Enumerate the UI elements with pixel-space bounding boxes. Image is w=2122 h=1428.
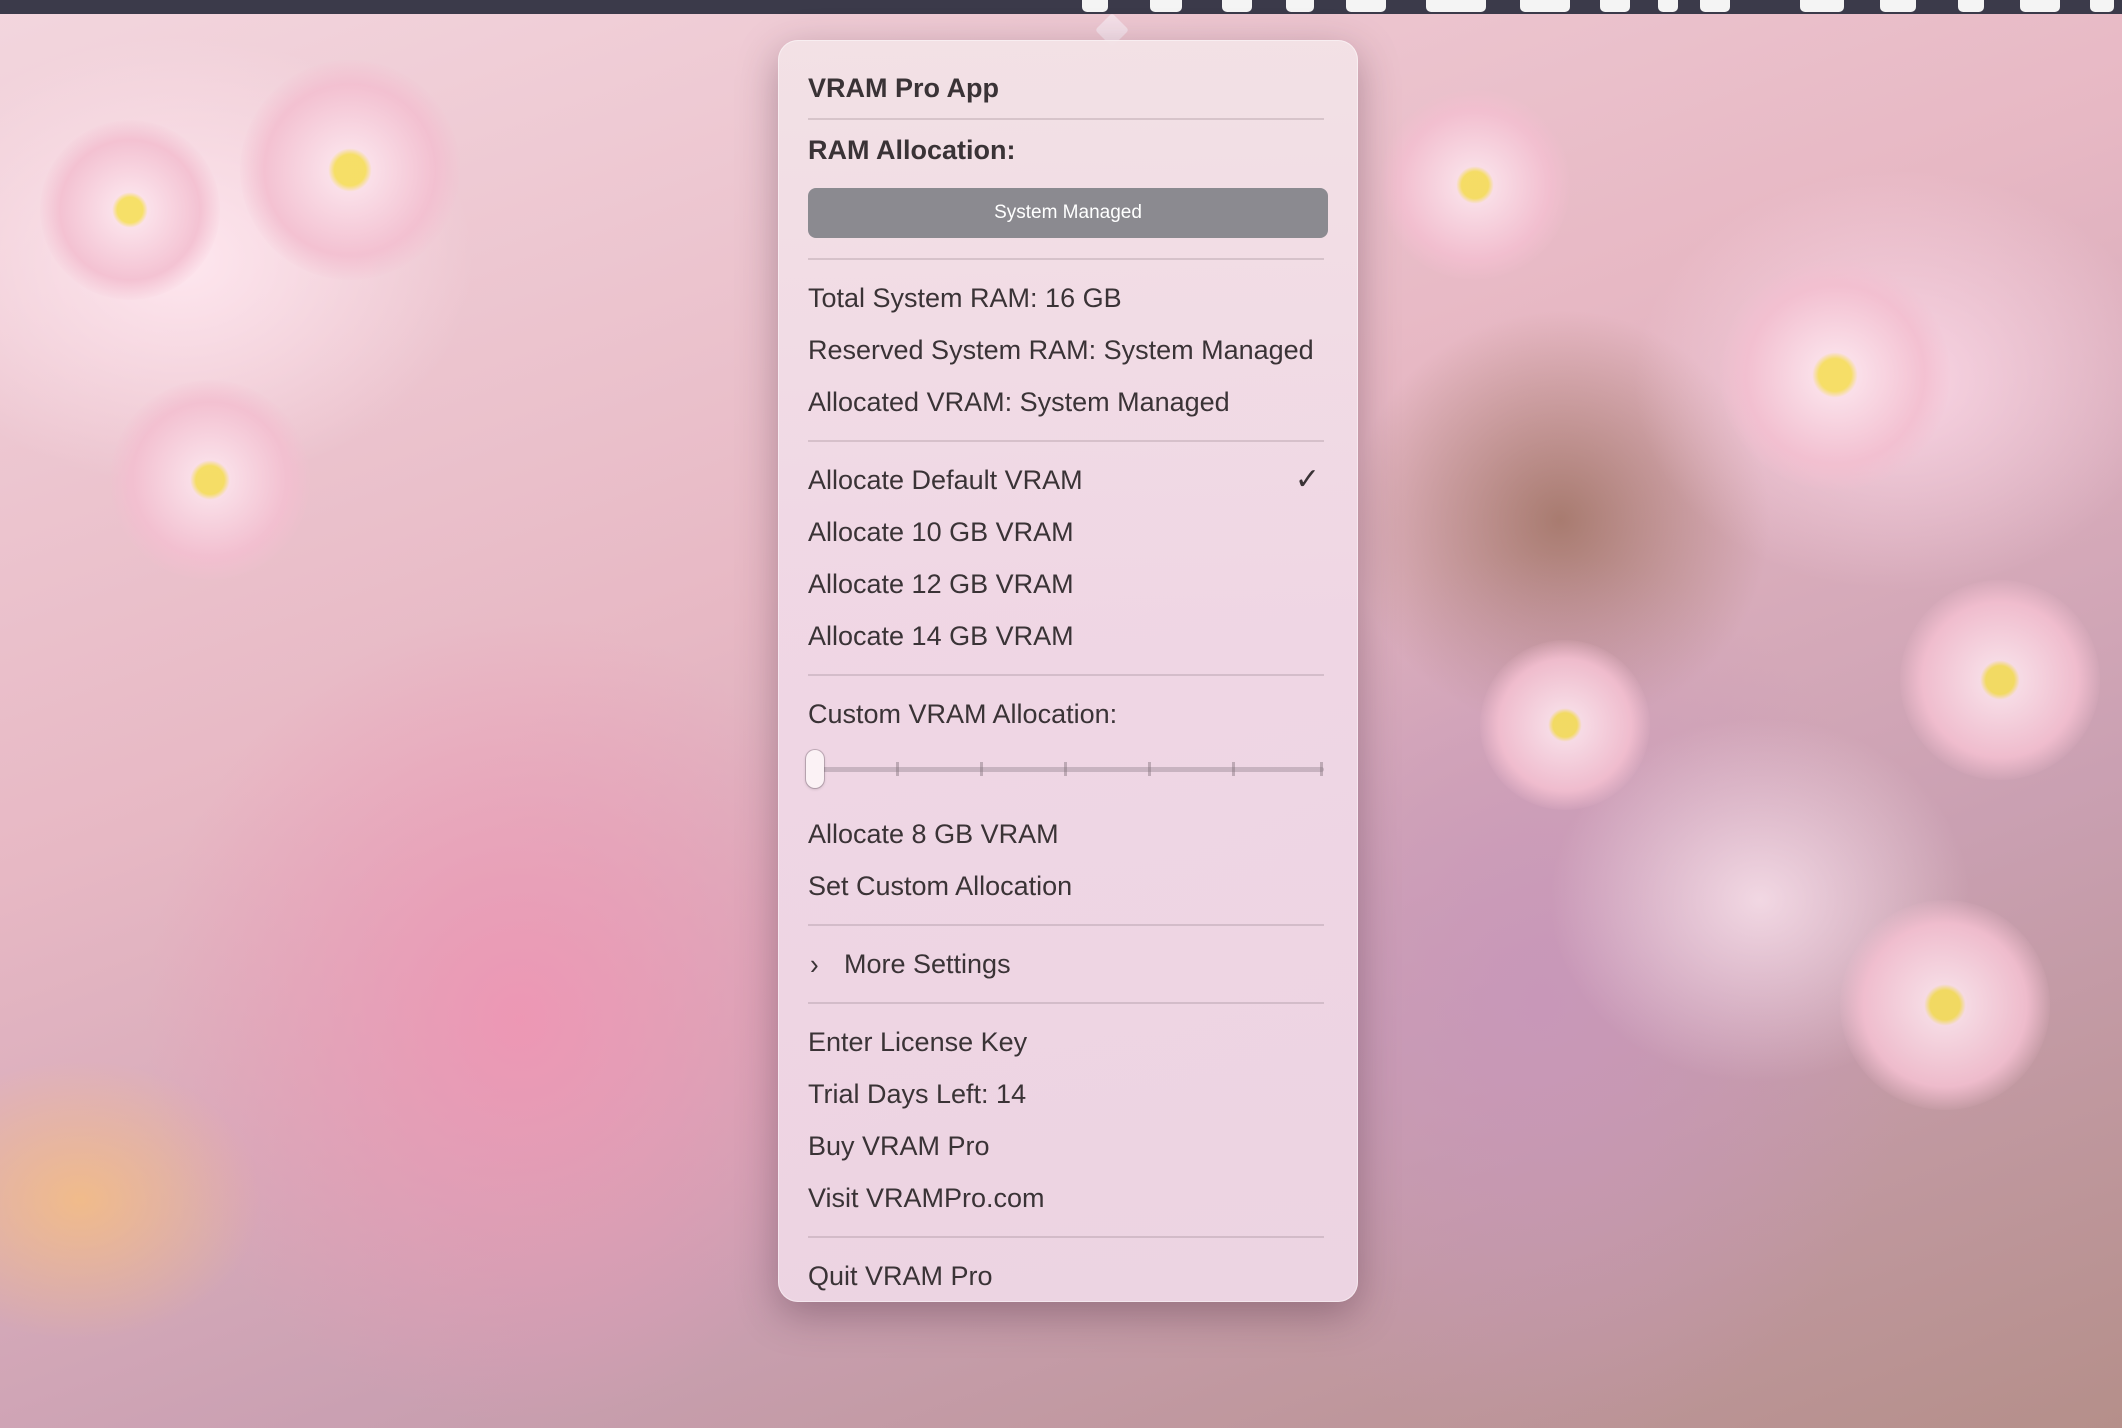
- slider-tick: [1064, 762, 1067, 776]
- menubar-status-icon[interactable]: [1150, 0, 1182, 12]
- menubar-status-icon[interactable]: [1286, 0, 1314, 12]
- menu-separator: [808, 118, 1324, 120]
- menu-item-visit-website[interactable]: Visit VRAMPro.com: [808, 1172, 1328, 1224]
- ram-allocation-heading: RAM Allocation:: [808, 135, 1016, 165]
- menubar-status-icon[interactable]: [1800, 0, 1844, 12]
- menu-item-label: Allocate 14 GB VRAM: [808, 621, 1074, 651]
- slider-tick: [980, 762, 983, 776]
- menu-item-quit-vram-pro[interactable]: Quit VRAM Pro: [808, 1250, 1328, 1302]
- menu-item-allocate-12gb-vram[interactable]: Allocate 12 GB VRAM: [808, 558, 1328, 610]
- menu-item-more-settings[interactable]: › More Settings: [808, 938, 1328, 990]
- menu-item-label: Allocate 10 GB VRAM: [808, 517, 1074, 547]
- menubar-status-icon[interactable]: [1880, 0, 1916, 12]
- system-managed-button[interactable]: System Managed: [808, 188, 1328, 238]
- menu-separator: [808, 440, 1324, 442]
- total-system-ram-info: Total System RAM: 16 GB: [808, 283, 1122, 313]
- slider-knob[interactable]: [806, 750, 824, 788]
- menubar-status-icon[interactable]: [1600, 0, 1630, 12]
- menubar-status-icon[interactable]: [2090, 0, 2114, 12]
- wallpaper-blossom: [1720, 260, 1950, 490]
- chevron-right-icon: ›: [810, 947, 819, 981]
- menu-separator: [808, 1236, 1324, 1238]
- menu-item-set-custom-allocation[interactable]: Set Custom Allocation: [808, 860, 1328, 912]
- desktop-wallpaper: VRAM Pro App RAM Allocation: System Mana…: [0, 0, 2122, 1428]
- menubar-status-icon[interactable]: [1958, 0, 1984, 12]
- menu-title: VRAM Pro App: [808, 73, 999, 103]
- menubar-status-icon[interactable]: [1658, 0, 1678, 12]
- menu-item-buy-vram-pro[interactable]: Buy VRAM Pro: [808, 1120, 1328, 1172]
- reserved-system-ram-info: Reserved System RAM: System Managed: [808, 335, 1314, 365]
- menu-item-label: Allocate 12 GB VRAM: [808, 569, 1074, 599]
- menubar-status-icon[interactable]: [1082, 0, 1108, 12]
- menu-item-allocate-8gb-vram[interactable]: Allocate 8 GB VRAM: [808, 808, 1328, 860]
- menu-item-allocate-10gb-vram[interactable]: Allocate 10 GB VRAM: [808, 506, 1328, 558]
- custom-vram-slider[interactable]: [806, 740, 1328, 798]
- menubar-status-icon[interactable]: [1346, 0, 1386, 12]
- menu-item-allocate-default-vram[interactable]: Allocate Default VRAM ✓: [808, 454, 1328, 506]
- wallpaper-blossom: [1900, 580, 2100, 780]
- menubar-status-icon[interactable]: [1520, 0, 1570, 12]
- allocated-vram-info: Allocated VRAM: System Managed: [808, 387, 1230, 417]
- menu-item-enter-license-key[interactable]: Enter License Key: [808, 1016, 1328, 1068]
- menu-separator: [808, 258, 1324, 260]
- wallpaper-blossom: [240, 60, 460, 280]
- vram-pro-dropdown-menu: VRAM Pro App RAM Allocation: System Mana…: [778, 40, 1358, 1302]
- menu-item-label: Allocate Default VRAM: [808, 465, 1083, 495]
- trial-days-left: Trial Days Left: 14: [808, 1079, 1027, 1109]
- wallpaper-blossom: [1480, 640, 1650, 810]
- slider-tick: [1232, 762, 1235, 776]
- menubar-status-icon[interactable]: [1700, 0, 1730, 12]
- wallpaper-blossom: [110, 380, 310, 580]
- menu-item-label: More Settings: [844, 949, 1011, 979]
- wallpaper-blossom: [40, 120, 220, 300]
- menu-separator: [808, 924, 1324, 926]
- menu-separator: [808, 674, 1324, 676]
- wallpaper-blossom: [1840, 900, 2050, 1110]
- menu-separator: [808, 1002, 1324, 1004]
- checkmark-icon: ✓: [1294, 463, 1320, 496]
- menu-bar: [0, 0, 2122, 14]
- slider-tick: [896, 762, 899, 776]
- custom-vram-allocation-heading: Custom VRAM Allocation:: [808, 699, 1118, 729]
- slider-tick: [1148, 762, 1151, 776]
- wallpaper-blossom: [1380, 90, 1570, 280]
- menubar-status-icon[interactable]: [1426, 0, 1486, 12]
- slider-tick: [1320, 762, 1323, 776]
- menubar-status-icon[interactable]: [1222, 0, 1252, 12]
- menu-item-allocate-14gb-vram[interactable]: Allocate 14 GB VRAM: [808, 610, 1328, 662]
- menubar-status-icon[interactable]: [2020, 0, 2060, 12]
